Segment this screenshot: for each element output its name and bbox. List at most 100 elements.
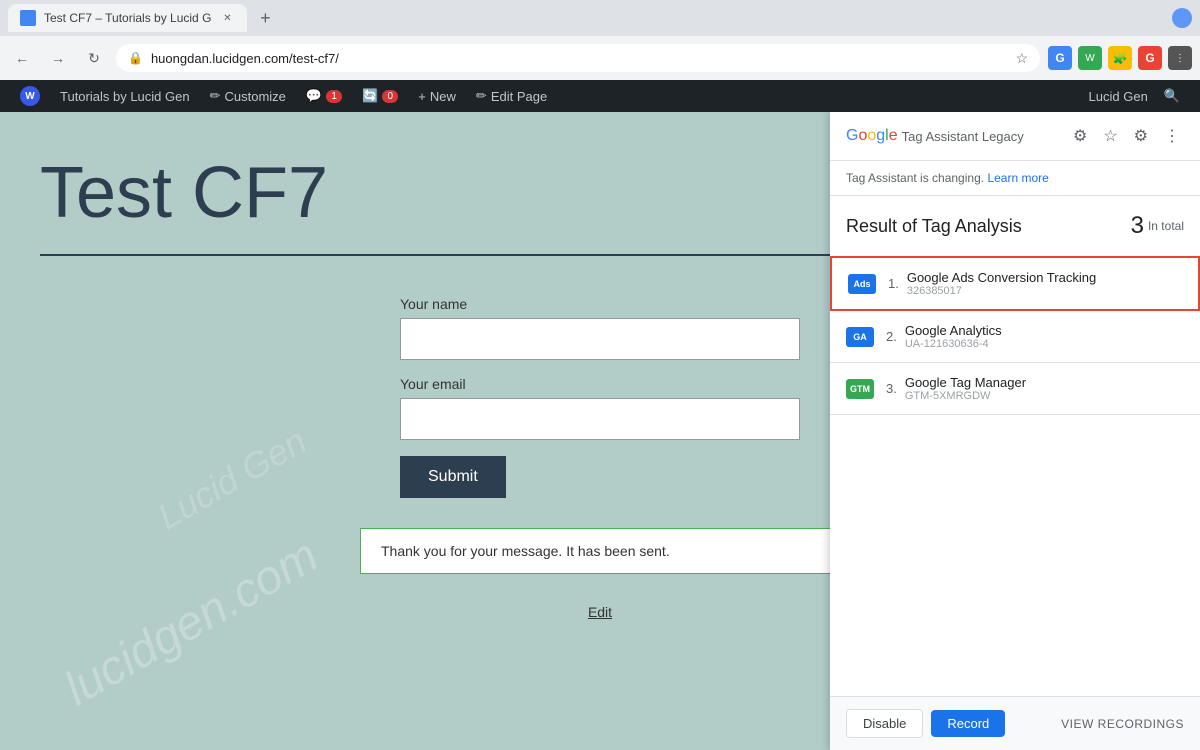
- user-account-label: Lucid Gen: [1089, 89, 1148, 104]
- tab-title: Test CF7 – Tutorials by Lucid G: [44, 11, 211, 25]
- success-message: Thank you for your message. It has been …: [360, 528, 840, 574]
- customize-icon: ✏: [210, 88, 221, 104]
- edit-page-item[interactable]: ✏ Edit Page: [468, 80, 555, 112]
- tag-2-id: UA-121630636-4: [905, 338, 1184, 350]
- tag-3-num: 3.: [886, 381, 897, 396]
- forward-button[interactable]: →: [44, 44, 72, 72]
- address-bar-row: ← → ↻ 🔒 huongdan.lucidgen.com/test-cf7/ …: [0, 36, 1200, 80]
- search-bar-item[interactable]: 🔍: [1156, 80, 1188, 112]
- star-icon[interactable]: ☆: [1099, 124, 1121, 148]
- tag-3-name: Google Tag Manager: [905, 375, 1184, 390]
- admin-bar-right: Lucid Gen 🔍: [1081, 80, 1188, 112]
- tag-3-id: GTM-5XMRGDW: [905, 390, 1184, 402]
- content-area: W Tutorials by Lucid Gen ✏ Customize 💬 1…: [0, 80, 1200, 750]
- address-input[interactable]: 🔒 huongdan.lucidgen.com/test-cf7/ ☆: [116, 44, 1040, 72]
- updates-icon: 🔄: [362, 88, 378, 104]
- tag-item-3[interactable]: GTM 3. Google Tag Manager GTM-5XMRGDW: [830, 363, 1200, 415]
- record-button[interactable]: Record: [931, 710, 1005, 737]
- email-input[interactable]: [400, 398, 800, 440]
- tag-item-1[interactable]: Ads 1. Google Ads Conversion Tracking 32…: [830, 256, 1200, 311]
- learn-more-link[interactable]: Learn more: [987, 171, 1048, 185]
- browser-extensions: [1168, 8, 1192, 28]
- tag-2-name: Google Analytics: [905, 323, 1184, 338]
- search-icon: 🔍: [1164, 88, 1180, 104]
- panel-footer: Disable Record VIEW RECORDINGS: [830, 696, 1200, 750]
- wp-admin-bar: W Tutorials by Lucid Gen ✏ Customize 💬 1…: [0, 80, 1200, 112]
- google-ext-icon[interactable]: G: [1138, 46, 1162, 70]
- active-tab[interactable]: Test CF7 – Tutorials by Lucid G ✕: [8, 4, 247, 32]
- name-input[interactable]: [400, 318, 800, 360]
- tab-favicon: [20, 10, 36, 26]
- panel-notice: Tag Assistant is changing. Learn more: [830, 161, 1200, 196]
- customize-item[interactable]: ✏ Customize: [202, 80, 294, 112]
- result-header: Result of Tag Analysis 3 In total: [830, 196, 1200, 256]
- google-g: G: [846, 127, 858, 144]
- updates-count: 0: [382, 90, 398, 103]
- google-account-icon[interactable]: G: [1048, 46, 1072, 70]
- site-name-item[interactable]: Tutorials by Lucid Gen: [52, 80, 198, 112]
- email-field-group: Your email: [400, 376, 800, 440]
- updates-item[interactable]: 🔄 0: [354, 80, 406, 112]
- extension-icons: G W 🧩 G ⋮: [1048, 46, 1192, 70]
- panel-header: Google Tag Assistant Legacy ⚙ ☆ ⚙ ⋮: [830, 112, 1200, 161]
- success-text: Thank you for your message. It has been …: [381, 543, 670, 559]
- tab-bar: Test CF7 – Tutorials by Lucid G ✕ +: [0, 0, 1200, 36]
- notice-text: Tag Assistant is changing.: [846, 171, 984, 185]
- tag-2-info: Google Analytics UA-121630636-4: [905, 323, 1184, 350]
- google-e: e: [889, 127, 898, 144]
- new-content-item[interactable]: + New: [410, 80, 464, 112]
- google-o2: o: [867, 127, 876, 144]
- result-count: 3: [1131, 212, 1144, 240]
- comments-count: 1: [326, 90, 342, 103]
- tag-item-2[interactable]: GA 2. Google Analytics UA-121630636-4: [830, 311, 1200, 363]
- back-button[interactable]: ←: [8, 44, 36, 72]
- new-tab-button[interactable]: +: [251, 4, 279, 32]
- refresh-button[interactable]: ↻: [80, 44, 108, 72]
- settings-icon[interactable]: ⚙: [1130, 124, 1152, 148]
- submit-button[interactable]: Submit: [400, 456, 506, 498]
- new-icon: +: [418, 89, 426, 104]
- watermark-2: Lucid Gen: [150, 420, 313, 538]
- result-title: Result of Tag Analysis: [846, 216, 1131, 237]
- wp-logo: W: [20, 86, 40, 106]
- customize-label: Customize: [225, 89, 286, 104]
- edit-page-icon: ✏: [476, 88, 487, 104]
- filter-icon[interactable]: ⚙: [1069, 124, 1091, 148]
- app-container: Test CF7 – Tutorials by Lucid G ✕ + ← → …: [0, 0, 1200, 750]
- tab-close-button[interactable]: ✕: [219, 10, 235, 26]
- tag-1-info: Google Ads Conversion Tracking 326385017: [907, 270, 1182, 297]
- settings-ext-icon[interactable]: ⋮: [1168, 46, 1192, 70]
- edit-page-label: Edit Page: [491, 89, 547, 104]
- bookmark-icon[interactable]: ☆: [1015, 50, 1028, 67]
- google-g2: g: [876, 127, 885, 144]
- watermark-1: lucidgen.com: [55, 528, 327, 717]
- puzzle-ext-icon[interactable]: 🧩: [1108, 46, 1132, 70]
- result-count-label: In total: [1148, 219, 1184, 233]
- tag-3-info: Google Tag Manager GTM-5XMRGDW: [905, 375, 1184, 402]
- tag-1-num: 1.: [888, 276, 899, 291]
- tag-ads-icon: Ads: [848, 274, 876, 294]
- tag-assistant-panel: Google Tag Assistant Legacy ⚙ ☆ ⚙ ⋮ Tag …: [830, 112, 1200, 750]
- comments-icon: 💬: [306, 88, 322, 104]
- wp-logo-item[interactable]: W: [12, 80, 48, 112]
- tag-gtm-icon: GTM: [846, 379, 874, 399]
- comments-item[interactable]: 💬 1: [298, 80, 350, 112]
- tag-1-id: 326385017: [907, 285, 1182, 297]
- more-options-icon[interactable]: ⋮: [1160, 124, 1184, 148]
- tag-2-num: 2.: [886, 329, 897, 344]
- view-recordings-link[interactable]: VIEW RECORDINGS: [1061, 717, 1184, 731]
- name-label: Your name: [400, 296, 800, 312]
- user-account-item[interactable]: Lucid Gen: [1081, 80, 1156, 112]
- tag-list: Ads 1. Google Ads Conversion Tracking 32…: [830, 256, 1200, 696]
- panel-title: Tag Assistant Legacy: [902, 129, 1069, 144]
- email-label: Your email: [400, 376, 800, 392]
- tag-analytics-icon: GA: [846, 327, 874, 347]
- profile-icon[interactable]: [1172, 8, 1192, 28]
- wordpress-ext-icon[interactable]: W: [1078, 46, 1102, 70]
- name-field-group: Your name: [400, 296, 800, 360]
- google-logo: Google: [846, 127, 898, 145]
- tag-1-name: Google Ads Conversion Tracking: [907, 270, 1182, 285]
- url-text: huongdan.lucidgen.com/test-cf7/: [151, 51, 1007, 66]
- new-label: New: [430, 89, 456, 104]
- disable-button[interactable]: Disable: [846, 709, 923, 738]
